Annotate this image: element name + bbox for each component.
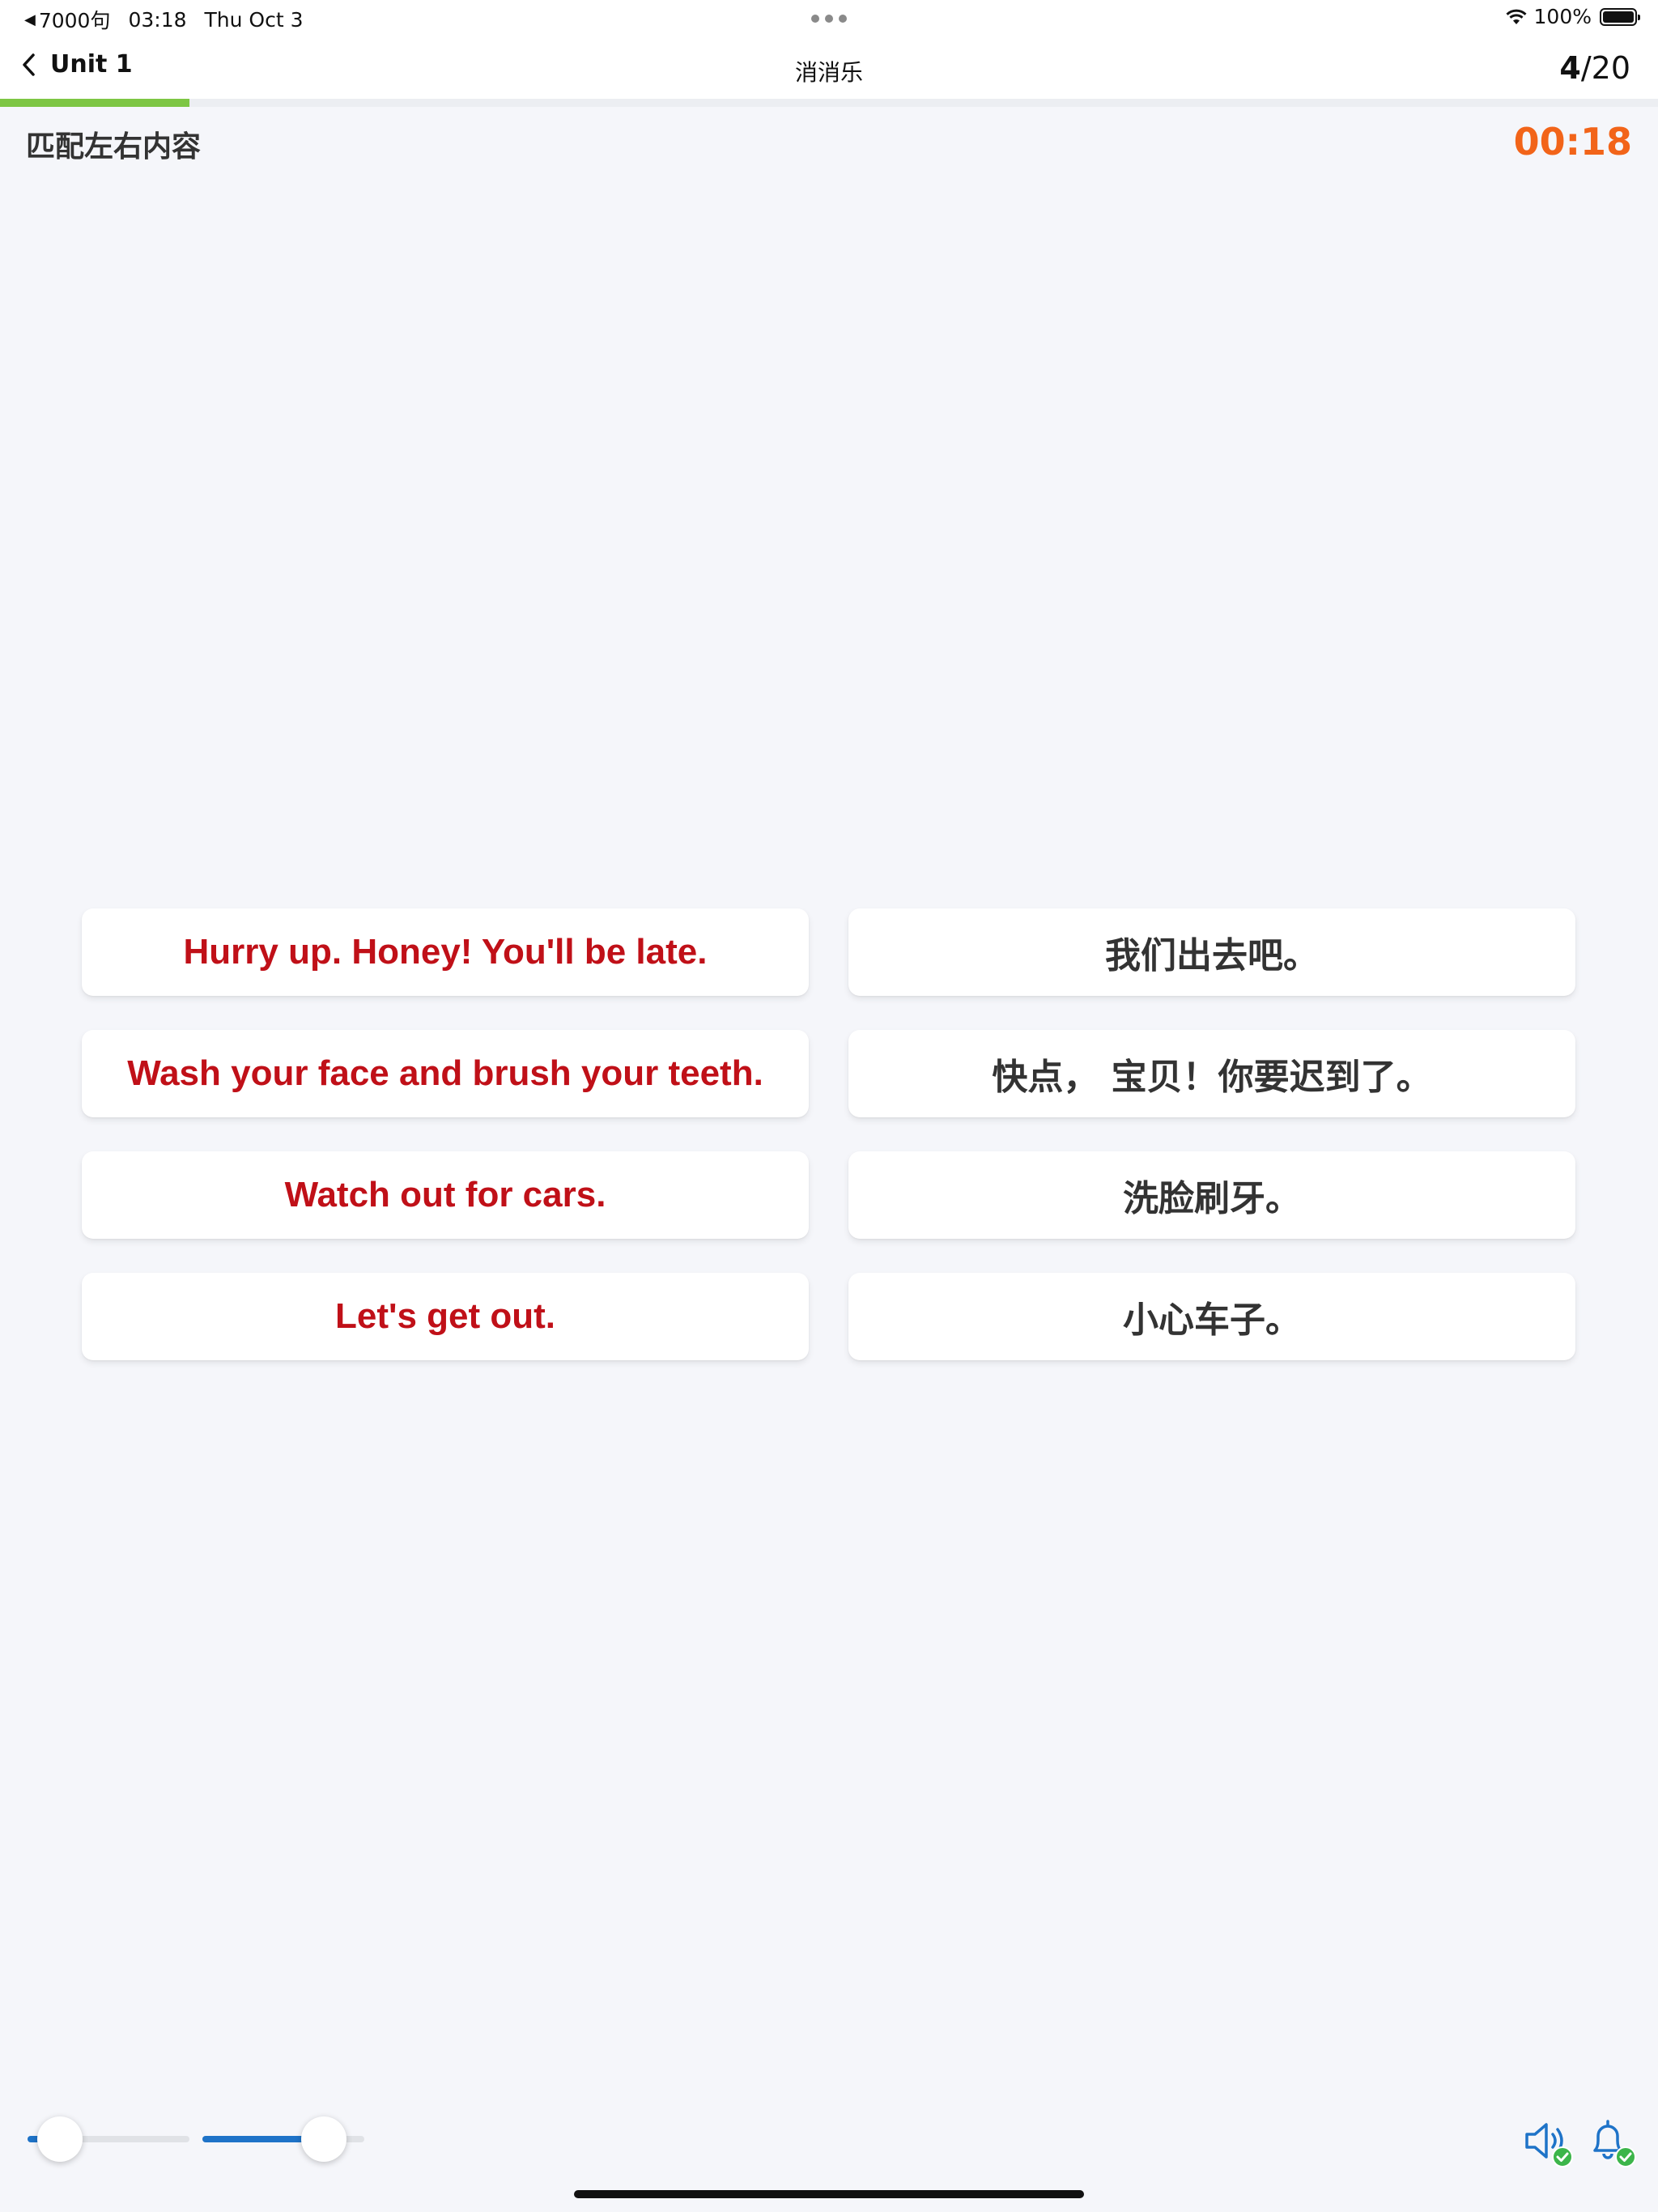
status-bar: ◀ 7000句 03:18 Thu Oct 3 100% (0, 0, 1658, 39)
back-to-app-icon[interactable]: ◀ (24, 11, 36, 28)
carrier-label[interactable]: 7000句 (39, 5, 111, 34)
battery-percent: 100% (1533, 5, 1592, 28)
nav-bar: Unit 1 消消乐 4/20 (0, 39, 1658, 100)
slider-one-thumb[interactable] (37, 2116, 83, 2162)
match-card-english[interactable]: Hurry up. Honey! You'll be late. (82, 908, 809, 996)
home-indicator[interactable] (574, 2190, 1084, 2198)
slider-two-thumb[interactable] (301, 2116, 346, 2162)
wifi-icon (1505, 9, 1527, 24)
slider-two[interactable] (202, 2116, 364, 2162)
counter-current: 4 (1559, 50, 1581, 86)
slider-one[interactable] (28, 2116, 189, 2162)
page-title: 消消乐 (794, 59, 863, 86)
match-card-chinese[interactable]: 快点， 宝贝！你要迟到了。 (848, 1030, 1575, 1117)
match-card-chinese[interactable]: 小心车子。 (848, 1273, 1575, 1360)
match-card-english[interactable]: Watch out for cars. (82, 1151, 809, 1239)
progress-fill (0, 99, 190, 107)
bell-check-icon[interactable] (1585, 2116, 1637, 2168)
status-time: 03:18 (128, 7, 187, 32)
speaker-check-icon[interactable] (1522, 2116, 1574, 2168)
status-right: 100% (1505, 5, 1640, 28)
status-date: Thu Oct 3 (204, 7, 304, 32)
multitask-dots-icon[interactable] (811, 15, 847, 23)
battery-icon (1600, 7, 1640, 26)
match-card-chinese[interactable]: 我们出去吧。 (848, 908, 1575, 996)
status-left: ◀ 7000句 03:18 Thu Oct 3 (24, 5, 304, 34)
counter-total: /20 (1580, 50, 1630, 86)
match-card-english[interactable]: Wash your face and brush your teeth. (82, 1030, 809, 1117)
match-card-english[interactable]: Let's get out. (82, 1273, 809, 1360)
timer: 00:18 (1513, 120, 1632, 164)
match-card-chinese[interactable]: 洗脸刷牙。 (848, 1151, 1575, 1239)
question-counter: 4/20 (1559, 50, 1630, 86)
progress-bar (0, 99, 1658, 107)
instruction-text: 匹配左右内容 (26, 130, 202, 164)
